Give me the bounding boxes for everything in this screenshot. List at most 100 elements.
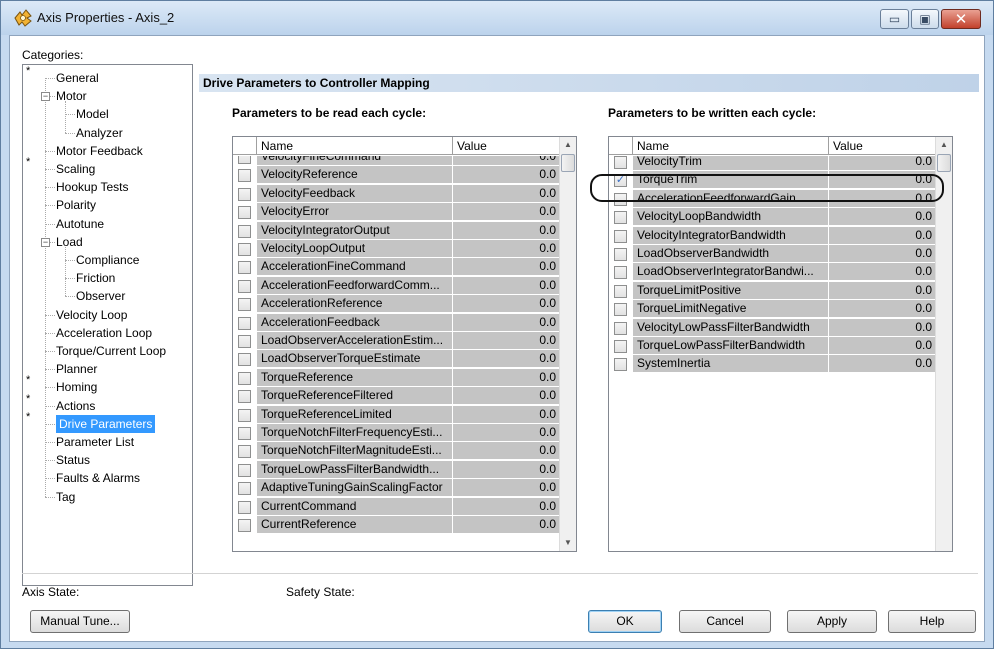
row-checkbox[interactable]	[238, 316, 251, 330]
table-row[interactable]: AccelerationReference 0.0	[233, 295, 560, 314]
table-row[interactable]: VelocityReference 0.0	[233, 166, 560, 185]
scroll-down-icon[interactable]: ▼	[560, 535, 576, 551]
row-value[interactable]: 0.0	[453, 350, 560, 369]
read-header-value[interactable]: Value	[453, 137, 560, 155]
row-value[interactable]: 0.0	[453, 221, 560, 240]
row-value[interactable]: 0.0	[453, 295, 560, 314]
table-row[interactable]: TorqueLowPassFilterBandwidth 0.0	[609, 337, 936, 355]
table-row[interactable]: LoadObserverBandwidth 0.0	[609, 245, 936, 263]
ok-button[interactable]: OK	[588, 610, 662, 633]
tree-item-hookup-tests[interactable]: Hookup Tests	[56, 178, 129, 196]
row-value[interactable]: 0.0	[453, 479, 560, 498]
row-value[interactable]: 0.0	[453, 313, 560, 332]
row-value[interactable]: 0.0	[453, 368, 560, 387]
row-value[interactable]: 0.0	[829, 281, 936, 300]
table-row[interactable]: LoadObserverIntegratorBandwi... 0.0	[609, 263, 936, 282]
tree-item-load[interactable]: Load	[56, 233, 83, 251]
row-checkbox[interactable]	[614, 211, 627, 225]
row-checkbox[interactable]	[238, 335, 251, 348]
write-header-name[interactable]: Name	[633, 137, 829, 155]
tree-item-status[interactable]: Status	[56, 451, 90, 469]
categories-tree[interactable]: * General − Motor Model Analyzer Motor Feedbac…	[22, 64, 193, 586]
cancel-button[interactable]: Cancel	[679, 610, 771, 633]
table-row[interactable]: TorqueReference 0.0	[233, 368, 560, 387]
minimize-button[interactable]: ▭	[880, 9, 909, 29]
row-value[interactable]: 0.0	[829, 337, 936, 355]
row-checkbox[interactable]	[238, 298, 251, 312]
table-row[interactable]: VelocityIntegratorBandwidth 0.0	[609, 226, 936, 245]
read-scrollbar[interactable]: ▲ ▼	[559, 137, 576, 551]
tree-item-acceleration-loop[interactable]: Acceleration Loop	[56, 324, 152, 342]
row-checkbox[interactable]	[614, 156, 627, 169]
tree-item-velocity-loop[interactable]: Velocity Loop	[56, 306, 127, 324]
row-checkbox[interactable]	[238, 156, 251, 164]
write-scroll-thumb[interactable]	[937, 154, 951, 172]
row-checkbox[interactable]	[238, 500, 251, 514]
collapse-icon[interactable]: −	[41, 237, 50, 247]
table-row[interactable]: VelocityLoopBandwidth 0.0	[609, 208, 936, 227]
row-value[interactable]: 0.0	[829, 318, 936, 337]
tree-item-friction[interactable]: Friction	[76, 269, 115, 287]
row-checkbox[interactable]	[238, 408, 251, 422]
row-value[interactable]: 0.0	[453, 442, 560, 461]
tree-item-faults-alarms[interactable]: Faults & Alarms	[56, 469, 140, 487]
row-checkbox[interactable]	[238, 279, 251, 293]
table-row[interactable]: VelocityError 0.0	[233, 203, 560, 222]
table-row[interactable]: TorqueReferenceLimited 0.0	[233, 405, 560, 424]
row-value[interactable]: 0.0	[829, 263, 936, 282]
table-row[interactable]: LoadObserverAccelerationEstim... 0.0	[233, 332, 560, 350]
row-value[interactable]: 0.0	[453, 156, 560, 166]
tree-item-observer[interactable]: Observer	[76, 287, 125, 305]
table-row[interactable]: SystemInertia 0.0	[609, 355, 936, 374]
tree-item-motor-feedback[interactable]: Motor Feedback	[56, 142, 143, 160]
table-row[interactable]: VelocityTrim 0.0	[609, 156, 936, 171]
tree-item-planner[interactable]: Planner	[56, 360, 97, 378]
table-row[interactable]: AccelerationFineCommand 0.0	[233, 258, 560, 277]
tree-item-polarity[interactable]: Polarity	[56, 196, 96, 214]
row-checkbox[interactable]	[238, 261, 251, 275]
scroll-up-icon[interactable]: ▲	[936, 137, 952, 153]
tree-item-parameter-list[interactable]: Parameter List	[56, 433, 134, 451]
row-value[interactable]: 0.0	[453, 516, 560, 534]
row-checkbox[interactable]	[238, 353, 251, 367]
table-row[interactable]: TorqueLowPassFilterBandwidth... 0.0	[233, 460, 560, 479]
row-checkbox[interactable]	[614, 321, 627, 335]
row-checkbox[interactable]	[238, 206, 251, 220]
row-checkbox[interactable]	[238, 224, 251, 238]
row-checkbox[interactable]	[238, 390, 251, 404]
table-row[interactable]: VelocityFeedback 0.0	[233, 184, 560, 203]
title-bar[interactable]: Axis Properties - Axis_2 ▭ ▣ ✕	[1, 1, 993, 35]
row-checkbox[interactable]	[238, 169, 251, 183]
row-value[interactable]: 0.0	[829, 355, 936, 374]
row-value[interactable]: 0.0	[453, 460, 560, 479]
row-checkbox[interactable]	[614, 266, 627, 280]
row-checkbox[interactable]	[238, 371, 251, 385]
row-value[interactable]: 0.0	[453, 497, 560, 516]
tree-item-analyzer[interactable]: Analyzer	[76, 124, 123, 142]
apply-button[interactable]: Apply	[787, 610, 877, 633]
row-checkbox[interactable]	[614, 284, 627, 298]
tree-item-tag[interactable]: Tag	[56, 488, 75, 506]
row-checkbox[interactable]	[238, 187, 251, 201]
row-value[interactable]: 0.0	[829, 300, 936, 319]
table-row[interactable]: CurrentCommand 0.0	[233, 497, 560, 516]
row-checkbox[interactable]	[238, 445, 251, 459]
row-value[interactable]: 0.0	[453, 405, 560, 424]
row-checkbox[interactable]	[614, 340, 627, 353]
row-value[interactable]: 0.0	[453, 424, 560, 442]
tree-item-drive-parameters[interactable]: Drive Parameters	[56, 414, 156, 433]
row-checkbox[interactable]	[614, 358, 627, 372]
row-value[interactable]: 0.0	[829, 226, 936, 245]
scroll-up-icon[interactable]: ▲	[560, 137, 576, 153]
row-checkbox[interactable]	[238, 427, 251, 440]
row-checkbox[interactable]	[614, 229, 627, 243]
tree-item-general[interactable]: General	[56, 69, 99, 87]
row-value[interactable]: 0.0	[453, 166, 560, 185]
tree-item-autotune[interactable]: Autotune	[56, 215, 104, 233]
row-value[interactable]: 0.0	[829, 156, 936, 171]
tree-item-actions[interactable]: Actions	[56, 397, 95, 415]
read-header-name[interactable]: Name	[257, 137, 453, 155]
tree-item-torque-current-loop[interactable]: Torque/Current Loop	[56, 342, 166, 360]
row-value[interactable]: 0.0	[453, 240, 560, 258]
collapse-icon[interactable]: −	[41, 92, 50, 102]
